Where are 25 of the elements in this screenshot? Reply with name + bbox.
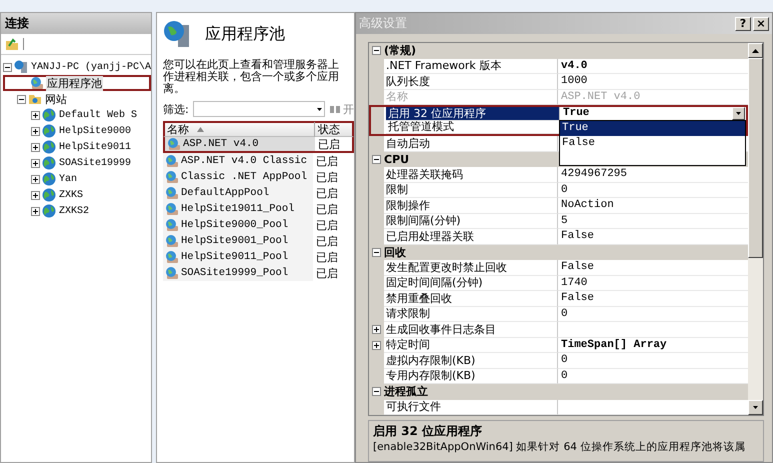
pool-status: 已启 xyxy=(315,266,338,280)
help-title: 启用 32 位应用程序 xyxy=(373,423,484,440)
dialog-title: 高级设置 xyxy=(359,15,407,32)
help-text: [enable32BitAppOnWin64] 如果针对 64 位操作系统上的应用程序池将该属 xyxy=(373,440,746,454)
pool-name: DefaultAppPool xyxy=(181,187,270,199)
page-title: 应用程序池 xyxy=(205,24,285,44)
pool-status: 已启 xyxy=(315,250,338,264)
pool-name: ASP.NET v4.0 Classic xyxy=(181,155,308,167)
pool-status: 已启 xyxy=(315,154,338,168)
pool-name: HelpSite9001_Pool xyxy=(181,235,288,247)
filter-label: 筛选: xyxy=(163,102,189,116)
pool-name: HelpSite9011_Pool xyxy=(181,251,288,263)
pool-status: 已启 xyxy=(315,202,338,216)
pool-name: Classic .NET AppPool xyxy=(181,171,308,183)
page-description: 您可以在此页上查看和管理服务器上 作进程相关联，包含一个或多个应用 离。 xyxy=(163,59,340,95)
pool-status: 已启 xyxy=(315,218,338,232)
pool-status: 已启 xyxy=(315,234,338,248)
pool-name: HelpSite19011_Pool xyxy=(181,203,294,215)
pool-status: 已启 xyxy=(317,136,340,152)
pool-status: 已启 xyxy=(315,170,338,184)
panel-title: 连接 xyxy=(1,13,151,34)
pool-name: HelpSite9000_Pool xyxy=(181,219,288,231)
pool-status: 已启 xyxy=(315,186,338,200)
pool-name: ASP.NET v4.0 xyxy=(183,138,259,150)
pool-name: SOASite19999_Pool xyxy=(181,267,288,279)
